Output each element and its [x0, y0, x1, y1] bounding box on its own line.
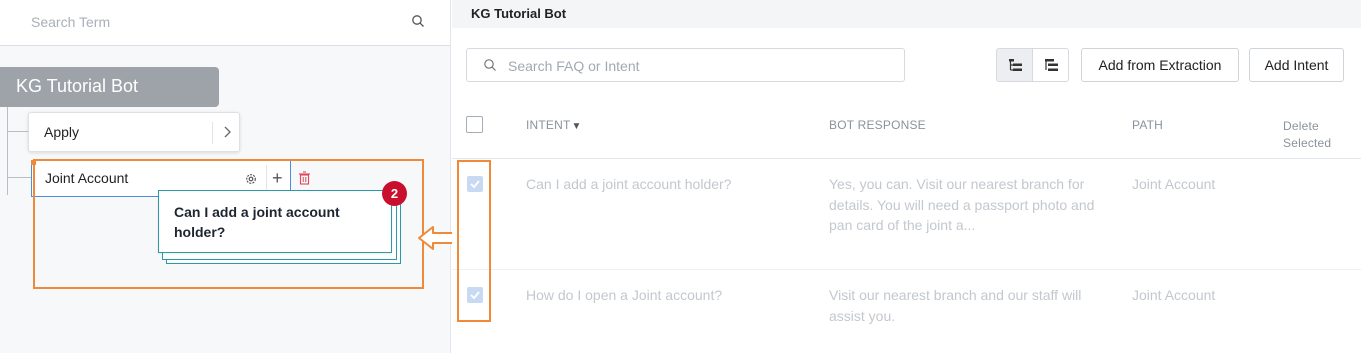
- faq-panel: KG Tutorial Bot Search FAQ or Intent Add…: [452, 0, 1361, 353]
- search-icon[interactable]: [411, 14, 425, 28]
- faq-search-input[interactable]: Search FAQ or Intent: [508, 58, 640, 74]
- tree-search-bar[interactable]: Search Term: [0, 0, 450, 46]
- tree-panel: Search Term KG Tutorial Bot Apply Joint …: [0, 0, 451, 353]
- select-all-checkbox[interactable]: [466, 116, 483, 133]
- bot-response-line: pan card of the joint a...: [829, 217, 976, 233]
- highlight-box-selected-rows: [457, 160, 491, 322]
- tree-view-icon: [1009, 59, 1022, 71]
- bot-response-line: Yes, you can. Visit our nearest branch f…: [829, 176, 1085, 192]
- search-icon: [484, 59, 496, 71]
- column-header-path: PATH: [1132, 118, 1164, 132]
- tree-view-toggle[interactable]: [996, 48, 1033, 82]
- delete-selected-button[interactable]: Delete Selected: [1283, 118, 1331, 152]
- column-header-bot-response: BOT RESPONSE: [829, 118, 926, 132]
- bot-response-cell: Yes, you can. Visit our nearest branch f…: [829, 174, 1094, 236]
- tree-node-apply[interactable]: Apply: [28, 112, 240, 152]
- tree-node-label: Apply: [44, 124, 80, 140]
- path-cell: Joint Account: [1132, 287, 1216, 303]
- delete-selected-label: Selected: [1283, 136, 1332, 150]
- divider: [452, 269, 1361, 270]
- app-root: Search Term KG Tutorial Bot Apply Joint …: [0, 0, 1361, 353]
- tree-connector: [7, 107, 8, 195]
- sort-desc-icon[interactable]: ▼: [572, 121, 582, 132]
- bot-response-line: details. You will need a passport photo …: [829, 196, 1095, 213]
- list-view-toggle[interactable]: [1032, 48, 1069, 82]
- column-header-intent[interactable]: INTENT▼: [526, 118, 582, 132]
- list-view-icon: [1045, 59, 1058, 71]
- bot-response-line: Visit our nearest branch and our staff w…: [829, 287, 1082, 303]
- page-title: KG Tutorial Bot: [471, 6, 567, 21]
- add-from-extraction-button[interactable]: Add from Extraction: [1081, 48, 1239, 82]
- tree-search-input[interactable]: Search Term: [31, 14, 110, 30]
- tree-connector: [7, 131, 28, 132]
- intent-cell[interactable]: How do I open a Joint account?: [526, 285, 722, 306]
- tree-root-node[interactable]: KG Tutorial Bot: [0, 67, 219, 107]
- column-header-label: INTENT: [526, 118, 571, 132]
- panel-header: KG Tutorial Bot: [452, 0, 1361, 28]
- path-cell: Joint Account: [1132, 176, 1216, 192]
- chevron-right-icon[interactable]: [219, 124, 235, 140]
- highlight-box-drop-target: [33, 159, 424, 289]
- tree-connector: [7, 177, 31, 178]
- intent-cell[interactable]: Can I add a joint account holder?: [526, 174, 731, 195]
- add-intent-button[interactable]: Add Intent: [1249, 48, 1344, 82]
- divider: [212, 122, 213, 144]
- divider: [452, 158, 1361, 159]
- bot-response-cell: Visit our nearest branch and our staff w…: [829, 285, 1081, 326]
- delete-selected-label: Delete: [1283, 119, 1319, 133]
- bot-response-line: assist you.: [829, 307, 896, 324]
- faq-search-bar[interactable]: Search FAQ or Intent: [466, 48, 905, 82]
